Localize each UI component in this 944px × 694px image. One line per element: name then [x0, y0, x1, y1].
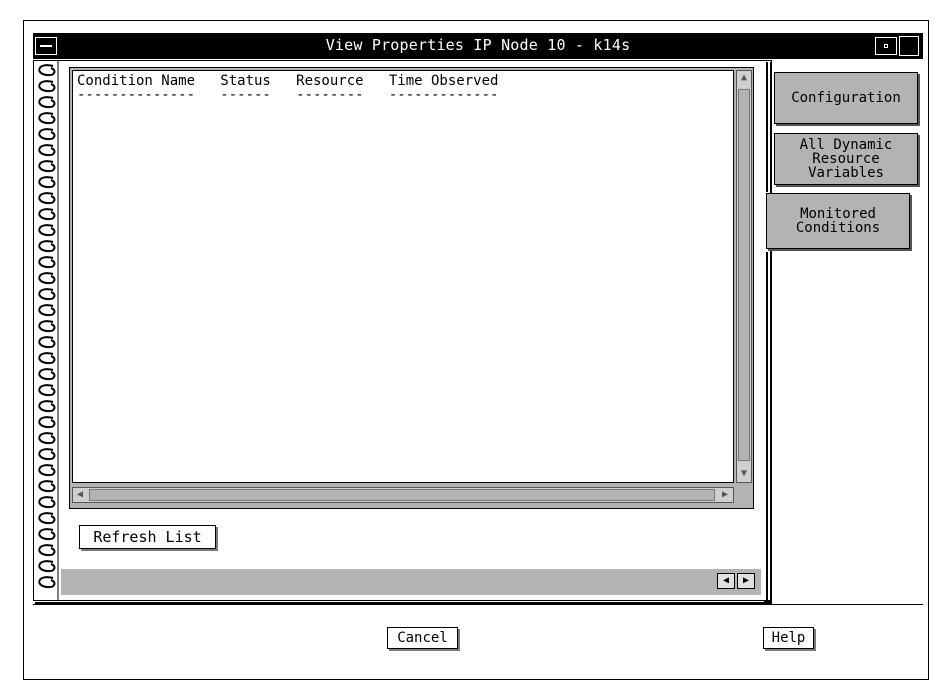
spiral-ring — [38, 336, 56, 349]
scroll-left-icon[interactable]: ◀ — [73, 488, 87, 502]
spiral-ring — [38, 80, 56, 93]
scroll-right-icon[interactable]: ▶ — [718, 488, 732, 502]
spiral-ring — [38, 416, 56, 429]
spiral-ring — [38, 240, 56, 253]
spiral-ring — [38, 112, 56, 125]
spiral-ring — [38, 160, 56, 173]
tab-monitored-conditions[interactable]: Monitored Conditions — [766, 193, 910, 249]
spiral-ring — [38, 208, 56, 221]
tab-binding-line — [766, 62, 769, 192]
spiral-binding-icon — [38, 60, 59, 600]
vertical-scroll-thumb[interactable] — [738, 89, 750, 461]
spiral-ring — [38, 320, 56, 333]
spiral-ring — [38, 512, 56, 525]
vertical-scrollbar[interactable]: ▲ ▼ — [736, 70, 752, 483]
spiral-ring — [38, 464, 56, 477]
maximize-icon[interactable] — [899, 36, 919, 56]
cancel-button[interactable]: Cancel — [387, 627, 458, 649]
refresh-list-button[interactable]: Refresh List — [79, 525, 216, 549]
spiral-ring — [38, 144, 56, 157]
conditions-list[interactable]: Condition Name Status Resource Time Obse… — [72, 70, 734, 483]
tab-binding-line — [766, 252, 769, 602]
spiral-ring — [38, 576, 56, 589]
spiral-ring — [38, 224, 56, 237]
next-page-icon[interactable]: ▶ — [737, 573, 755, 589]
spiral-ring — [38, 384, 56, 397]
tab-all-dynamic-resource-variables[interactable]: All Dynamic Resource Variables — [774, 133, 918, 185]
spiral-ring — [38, 560, 56, 573]
spiral-ring — [38, 272, 56, 285]
horizontal-scrollbar[interactable]: ◀ ▶ — [72, 487, 734, 503]
spiral-ring — [38, 400, 56, 413]
spiral-ring — [38, 544, 56, 557]
spiral-ring — [38, 448, 56, 461]
spiral-ring — [38, 256, 56, 269]
minimize-icon[interactable] — [875, 37, 897, 55]
spiral-ring — [38, 368, 56, 381]
spiral-ring — [38, 352, 56, 365]
help-button[interactable]: Help — [763, 627, 814, 649]
spiral-ring — [38, 128, 56, 141]
notebook-page-footer — [61, 569, 761, 595]
list-header-underline: -------------- ------ -------- ---------… — [77, 87, 499, 103]
spiral-ring — [38, 528, 56, 541]
title-bar[interactable]: View Properties IP Node 10 - k14s — [33, 33, 923, 59]
spiral-ring — [38, 176, 56, 189]
spiral-ring — [38, 192, 56, 205]
tab-configuration[interactable]: Configuration — [774, 72, 918, 124]
spiral-ring — [38, 480, 56, 493]
spiral-ring — [38, 496, 56, 509]
spiral-ring — [38, 96, 56, 109]
spiral-ring — [38, 432, 56, 445]
spiral-ring — [38, 304, 56, 317]
spiral-ring — [38, 288, 56, 301]
scroll-up-icon[interactable]: ▲ — [737, 71, 751, 85]
spiral-ring — [38, 64, 56, 77]
horizontal-scroll-thumb[interactable] — [89, 489, 715, 501]
scroll-down-icon[interactable]: ▼ — [737, 467, 751, 481]
previous-page-icon[interactable]: ◀ — [717, 573, 735, 589]
window-title: View Properties IP Node 10 - k14s — [325, 36, 631, 54]
